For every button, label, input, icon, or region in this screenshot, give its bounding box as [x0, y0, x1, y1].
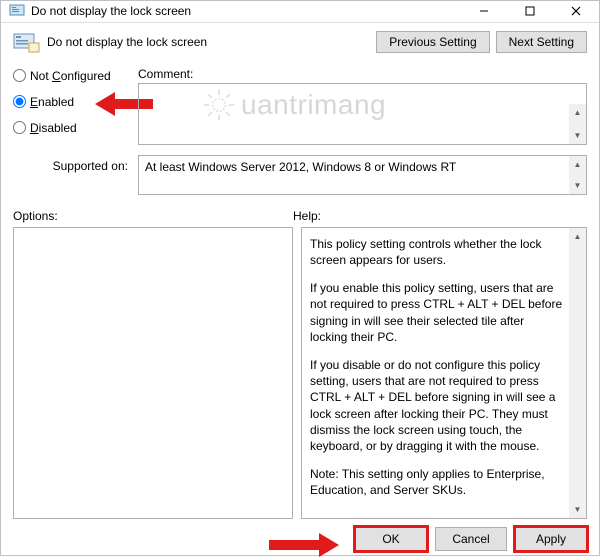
- close-button[interactable]: [553, 1, 599, 22]
- annotation-arrow-icon: [269, 531, 339, 559]
- radio-enabled-label: Enabled: [30, 95, 74, 109]
- scroll-down-icon: ▼: [569, 127, 586, 144]
- options-label: Options:: [13, 209, 293, 223]
- supported-on-label: Supported on:: [13, 155, 128, 173]
- comment-label: Comment:: [138, 67, 587, 81]
- scroll-down-icon: ▼: [569, 501, 586, 518]
- maximize-icon: [525, 6, 535, 16]
- state-radios: Not Configured Enabled Disabled: [13, 67, 128, 145]
- policy-title: Do not display the lock screen: [47, 35, 376, 49]
- dialog-buttons: OK Cancel Apply: [1, 523, 599, 555]
- radio-not-configured-input[interactable]: [13, 69, 26, 82]
- previous-setting-label: Previous Setting: [389, 35, 476, 49]
- radio-enabled[interactable]: Enabled: [13, 95, 128, 109]
- window-controls: [461, 1, 599, 22]
- comment-textarea[interactable]: ▲ ▼: [138, 83, 587, 145]
- help-label: Help:: [293, 209, 587, 223]
- panes: This policy setting controls whether the…: [13, 227, 587, 520]
- window-title: Do not display the lock screen: [31, 4, 461, 18]
- next-setting-label: Next Setting: [509, 35, 574, 49]
- scroll-down-icon: ▼: [569, 177, 586, 194]
- policy-icon: [9, 3, 25, 19]
- supported-on-box: At least Windows Server 2012, Windows 8 …: [138, 155, 587, 195]
- comment-scrollbar[interactable]: ▲ ▼: [569, 104, 586, 144]
- setting-state-row: Not Configured Enabled Disabled Comment:: [13, 67, 587, 145]
- radio-disabled-label: Disabled: [30, 121, 77, 135]
- cancel-label: Cancel: [452, 532, 489, 546]
- titlebar: Do not display the lock screen: [1, 1, 599, 23]
- radio-disabled[interactable]: Disabled: [13, 121, 128, 135]
- scroll-up-icon: ▲: [569, 156, 586, 173]
- supported-on-text: At least Windows Server 2012, Windows 8 …: [145, 160, 456, 174]
- ok-label: OK: [382, 532, 399, 546]
- radio-not-configured-label: Not Configured: [30, 69, 111, 83]
- scroll-up-icon: ▲: [569, 228, 586, 245]
- radio-not-configured[interactable]: Not Configured: [13, 69, 128, 83]
- nav-buttons: Previous Setting Next Setting: [376, 31, 587, 53]
- supported-on-row: Supported on: At least Windows Server 20…: [13, 155, 587, 195]
- apply-button[interactable]: Apply: [515, 527, 587, 551]
- cancel-button[interactable]: Cancel: [435, 527, 507, 551]
- apply-label: Apply: [536, 532, 566, 546]
- radio-disabled-input[interactable]: [13, 121, 26, 134]
- help-p1: This policy setting controls whether the…: [310, 236, 564, 268]
- options-pane: [13, 227, 293, 520]
- comment-block: Comment: ▲ ▼: [138, 67, 587, 145]
- minimize-button[interactable]: [461, 1, 507, 22]
- content-area: uantrimang Do not display the lock scree…: [1, 23, 599, 524]
- help-pane: This policy setting controls whether the…: [301, 227, 587, 520]
- policy-window: Do not display the lock screen: [0, 0, 600, 556]
- ok-button[interactable]: OK: [355, 527, 427, 551]
- help-p3: If you disable or do not configure this …: [310, 357, 564, 454]
- pane-labels: Options: Help:: [13, 209, 587, 223]
- supported-scrollbar[interactable]: ▲ ▼: [569, 156, 586, 194]
- scroll-up-icon: ▲: [569, 104, 586, 121]
- help-p2: If you enable this policy setting, users…: [310, 280, 564, 345]
- policy-header-icon: [13, 31, 41, 53]
- close-icon: [571, 6, 581, 16]
- previous-setting-button[interactable]: Previous Setting: [376, 31, 489, 53]
- maximize-button[interactable]: [507, 1, 553, 22]
- help-p4: Note: This setting only applies to Enter…: [310, 466, 564, 498]
- help-scrollbar[interactable]: ▲ ▼: [569, 228, 586, 519]
- policy-header: Do not display the lock screen Previous …: [13, 31, 587, 53]
- minimize-icon: [479, 6, 489, 16]
- radio-enabled-input[interactable]: [13, 95, 26, 108]
- next-setting-button[interactable]: Next Setting: [496, 31, 587, 53]
